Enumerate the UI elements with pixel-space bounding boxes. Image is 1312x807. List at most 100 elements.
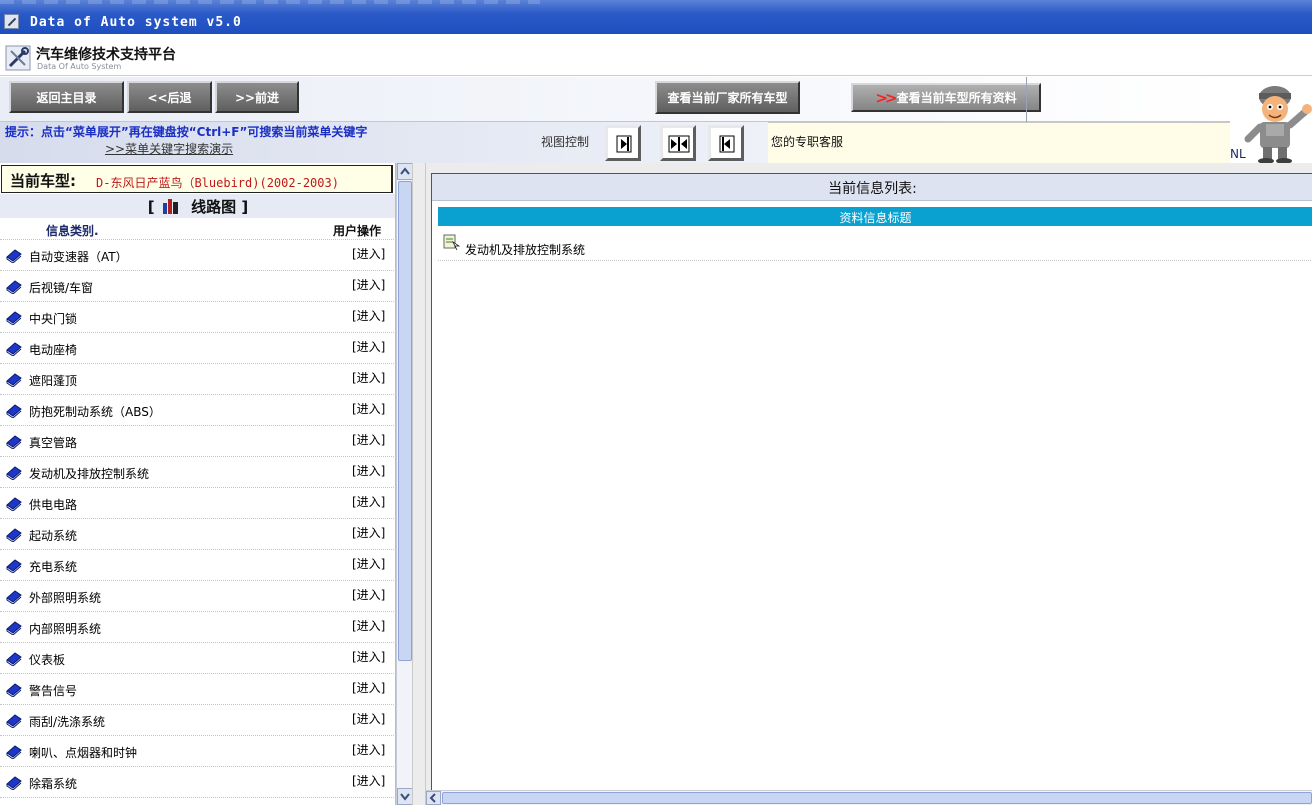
book-icon — [6, 280, 22, 294]
enter-link[interactable]: [进入] — [352, 524, 385, 541]
view-all-models-button[interactable]: 查看当前厂家所有车型 — [655, 81, 800, 114]
book-icon — [6, 528, 22, 542]
view-expand-left-button[interactable] — [708, 125, 744, 161]
menu-item-label: 发动机及排放控制系统 — [29, 467, 150, 481]
book-icon — [6, 342, 22, 356]
book-icon — [6, 714, 22, 728]
menu-item[interactable]: 发动机及排放控制系统 [进入] — [0, 457, 395, 488]
enter-link[interactable]: [进入] — [352, 369, 385, 386]
document-icon — [443, 234, 460, 250]
customer-service-text: 您的专职客服 — [771, 135, 844, 149]
book-icon — [6, 249, 22, 263]
scroll-left-button[interactable] — [426, 791, 441, 805]
menu-item-label: 真空管路 — [29, 436, 78, 450]
menu-item[interactable]: 防抱死制动系统（ABS） [进入] — [0, 395, 395, 426]
menu-item[interactable]: 后视镜/车窗 [进入] — [0, 271, 395, 302]
current-model-box: 当前车型: D-东风日产蓝鸟（Bluebird)(2002-2003) — [1, 165, 393, 193]
menu-item[interactable]: 仪表板 [进入] — [0, 643, 395, 674]
platform-subtitle: Data Of Auto System — [37, 62, 122, 71]
menu-item[interactable]: 充电系统 [进入] — [0, 550, 395, 581]
left-scroll-thumb[interactable] — [398, 181, 412, 661]
panel-splitter[interactable] — [412, 163, 426, 805]
enter-link[interactable]: [进入] — [352, 648, 385, 665]
view-all-data-button[interactable]: >> 查看当前车型所有资料 — [851, 83, 1041, 112]
enter-link[interactable]: [进入] — [352, 276, 385, 293]
menu-item[interactable]: 电动座椅 [进入] — [0, 333, 395, 364]
window-title: Data of Auto system v5.0 — [30, 15, 242, 30]
book-icon — [6, 497, 22, 511]
app-icon — [4, 14, 19, 29]
app-header: 汽车维修技术支持平台 Data Of Auto System — [0, 34, 1312, 76]
enter-link[interactable]: [进入] — [352, 431, 385, 448]
toolbar: 返回主目录 <<后退 >>前进 查看当前厂家所有车型 >> 查看当前车型所有资料 — [0, 77, 1230, 122]
menu-item-label: 供电电路 — [29, 498, 78, 512]
info-title-column-header: 资料信息标题 — [438, 207, 1312, 226]
book-icon — [6, 621, 22, 635]
horizontal-scroll-thumb[interactable] — [442, 792, 1312, 804]
book-icon — [6, 404, 22, 418]
menu-item[interactable]: 除霜系统 [进入] — [0, 767, 395, 798]
menu-item[interactable]: 内部照明系统 [进入] — [0, 612, 395, 643]
menu-item-label: 充电系统 — [29, 560, 78, 574]
menu-item[interactable]: 自动变速器（AT） [进入] — [0, 240, 395, 271]
enter-link[interactable]: [进入] — [352, 462, 385, 479]
home-button[interactable]: 返回主目录 — [9, 81, 124, 113]
enter-link[interactable]: [进入] — [352, 400, 385, 417]
enter-link[interactable]: [进入] — [352, 493, 385, 510]
enter-link[interactable]: [进入] — [352, 586, 385, 603]
info-list-frame: 当前信息列表: 资料信息标题 发动机及排放控制系统 — [431, 173, 1312, 790]
enter-link[interactable]: [进入] — [352, 245, 385, 262]
enter-link[interactable]: [进入] — [352, 710, 385, 727]
window-title-bar: Data of Auto system v5.0 — [0, 0, 1312, 34]
title-bar-residue — [0, 0, 540, 4]
menu-item-label: 喇叭、点烟器和时钟 — [29, 746, 138, 760]
menu-item-label: 遮阳蓬顶 — [29, 374, 78, 388]
left-scrollbar[interactable] — [396, 163, 413, 805]
enter-link[interactable]: [进入] — [352, 617, 385, 634]
menu-item[interactable]: 遮阳蓬顶 [进入] — [0, 364, 395, 395]
hint-panel: 提示：点击“菜单展开”再在键盘按“Ctrl+F”可搜索当前菜单关键字 >>菜单关… — [0, 122, 768, 163]
info-list-item[interactable]: 发动机及排放控制系统 — [438, 231, 1312, 261]
enter-link[interactable]: [进入] — [352, 772, 385, 789]
menu-item-label: 内部照明系统 — [29, 622, 102, 636]
enter-link[interactable]: [进入] — [352, 307, 385, 324]
arrow-left-bar-icon — [719, 135, 735, 153]
chevron-left-icon — [429, 793, 436, 803]
forward-button[interactable]: >>前进 — [215, 81, 299, 113]
enter-link[interactable]: [进入] — [352, 338, 385, 355]
right-horizontal-scrollbar[interactable] — [426, 790, 1312, 805]
menu-column-header: 信息类别. 用户操作 — [0, 218, 395, 240]
enter-link[interactable]: [进入] — [352, 679, 385, 696]
right-content-panel: 当前信息列表: 资料信息标题 发动机及排放控制系统 — [426, 163, 1312, 805]
view-expand-right-button[interactable] — [605, 125, 641, 161]
book-icon — [6, 652, 22, 666]
search-demo-link[interactable]: >>菜单关键字搜索演示 — [105, 140, 233, 157]
back-button[interactable]: <<后退 — [127, 81, 212, 113]
mascot-mechanic-image: NL — [1230, 77, 1312, 164]
menu-item[interactable]: 喇叭、点烟器和时钟 [进入] — [0, 736, 395, 767]
info-item-link[interactable]: 发动机及排放控制系统 — [465, 241, 585, 258]
menu-item[interactable]: 真空管路 [进入] — [0, 426, 395, 457]
menu-item[interactable]: 供电电路 [进入] — [0, 488, 395, 519]
section-bracket-open: [ — [147, 198, 155, 216]
view-control-label: 视图控制 — [541, 135, 590, 149]
menu-item[interactable]: 警告信号 [进入] — [0, 674, 395, 705]
menu-item[interactable]: 外部照明系统 [进入] — [0, 581, 395, 612]
book-icon — [6, 435, 22, 449]
chevron-down-icon — [400, 793, 410, 801]
menu-item[interactable]: 雨刮/洗涤系统 [进入] — [0, 705, 395, 736]
current-model-value: D-东风日产蓝鸟（Bluebird)(2002-2003) — [96, 176, 339, 190]
info-list-title: 当前信息列表: — [432, 174, 1312, 201]
scroll-up-button[interactable] — [397, 163, 413, 180]
menu-item[interactable]: 中央门锁 [进入] — [0, 302, 395, 333]
book-icon — [6, 683, 22, 697]
menu-item[interactable]: 起动系统 [进入] — [0, 519, 395, 550]
menu-item-label: 仪表板 — [29, 653, 66, 667]
book-icon — [6, 776, 22, 790]
book-icon — [6, 590, 22, 604]
view-split-button[interactable] — [660, 125, 696, 161]
scroll-down-button[interactable] — [397, 788, 413, 805]
enter-link[interactable]: [进入] — [352, 741, 385, 758]
wiring-books-icon — [162, 199, 178, 214]
enter-link[interactable]: [进入] — [352, 555, 385, 572]
